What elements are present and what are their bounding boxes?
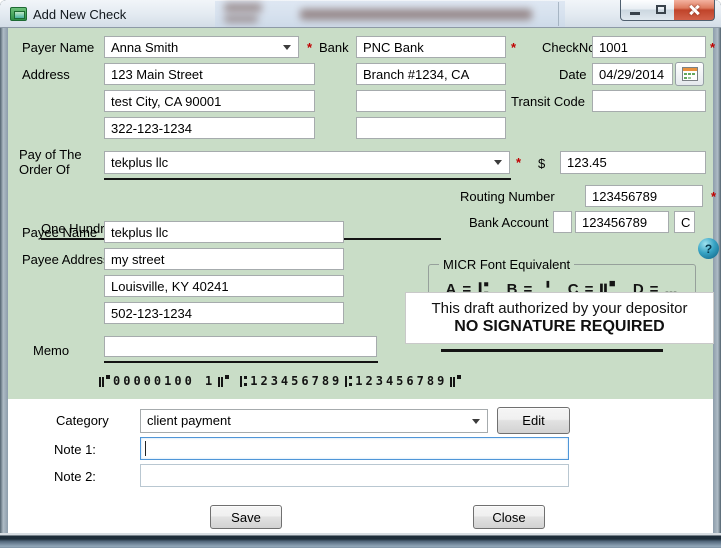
micr-transit-symbol [345, 375, 353, 387]
signature-line [104, 361, 378, 363]
address-label: Address [22, 67, 70, 82]
payee-address-line3-field[interactable]: 502-123-1234 [104, 302, 344, 324]
micr-check-number: 00000100 1 [113, 374, 216, 388]
bank-name-field[interactable]: PNC Bank [356, 36, 506, 58]
bank-branch-field[interactable]: Branch #1234, CA [356, 63, 506, 85]
note1-input[interactable] [140, 437, 569, 460]
check-form-panel: Payer Name Anna Smith * Bank PNC Bank * … [8, 28, 719, 399]
transit-code-field[interactable] [592, 90, 706, 112]
micr-routing-number: 123456789 [250, 374, 343, 388]
check-no-field[interactable]: 1001 [592, 36, 706, 58]
memo-label: Memo [33, 343, 70, 358]
bank-account-field[interactable]: 123456789 [575, 211, 669, 233]
window-frame-bottom [0, 533, 721, 548]
bank-line4-field[interactable] [356, 117, 506, 139]
category-dropdown[interactable]: client payment [140, 409, 488, 433]
title-bar[interactable]: Add New Check [0, 0, 721, 28]
close-window-button[interactable] [674, 0, 715, 21]
required-asterisk: * [307, 40, 313, 55]
minimize-button[interactable] [620, 0, 648, 21]
window-title: Add New Check [33, 7, 127, 22]
category-value: client payment [147, 413, 231, 428]
note2-label: Note 2: [54, 469, 96, 484]
background-blur-text [224, 3, 262, 12]
date-field[interactable]: 04/29/2014 [592, 63, 673, 85]
payer-name-label: Payer Name [22, 40, 95, 55]
payer-name-dropdown[interactable]: Anna Smith [104, 36, 299, 58]
draft-notice-line2: NO SIGNATURE REQUIRED [454, 318, 665, 335]
dollar-sign: $ [538, 156, 546, 171]
background-divider [558, 2, 559, 26]
text-cursor [145, 441, 146, 456]
routing-number-label: Routing Number [460, 189, 555, 204]
app-icon [10, 7, 27, 21]
footer-panel: Category client payment Edit Note 1: Not… [8, 399, 713, 533]
draft-notice-box: This draft authorized by your depositor … [405, 292, 714, 344]
memo-field[interactable] [104, 336, 377, 357]
micr-account-number: 123456789 [355, 374, 448, 388]
payee-address-line1-field[interactable]: my street [104, 248, 344, 270]
calendar-icon [681, 67, 698, 81]
window-frame-right [713, 28, 721, 533]
address-line2-field[interactable]: test City, CA 90001 [104, 90, 315, 112]
bank-label: Bank [319, 40, 349, 55]
transit-code-label: Transit Code [511, 94, 585, 109]
bank-account-prefix-field[interactable] [553, 211, 572, 233]
maximize-button[interactable] [647, 0, 675, 21]
address-line1-field[interactable]: 123 Main Street [104, 63, 315, 85]
category-label: Category [56, 413, 109, 428]
bank-line3-field[interactable] [356, 90, 506, 112]
note2-input[interactable] [140, 464, 569, 487]
micr-line: 00000100 1 123456789 123456789 [96, 372, 464, 390]
pay-order-label-line1: Pay of The [19, 147, 82, 162]
date-picker-button[interactable] [675, 62, 704, 86]
pay-order-label-line2: Order Of [19, 162, 70, 177]
pay-order-dropdown[interactable]: tekplus llc [104, 151, 510, 174]
add-new-check-window: Add New Check Payer Name Anna Smith * Ba… [0, 0, 721, 548]
required-asterisk: * [511, 40, 517, 55]
amount-field[interactable]: 123.45 [560, 151, 706, 174]
close-button[interactable]: Close [473, 505, 545, 529]
bank-account-label: Bank Account [469, 215, 549, 230]
minimize-icon [630, 12, 640, 15]
payee-underline [104, 178, 511, 180]
required-asterisk: * [710, 40, 716, 55]
edit-button[interactable]: Edit [497, 407, 570, 434]
address-line3-field[interactable]: 322-123-1234 [104, 117, 315, 139]
micr-onus-symbol [99, 375, 110, 387]
micr-transit-symbol [240, 375, 248, 387]
micr-onus-symbol [450, 375, 462, 387]
payee-name-label: Payee Name [22, 225, 98, 240]
help-globe-icon[interactable]: ? [698, 238, 719, 259]
window-frame-left [0, 28, 8, 533]
note1-label: Note 1: [54, 442, 96, 457]
close-icon [688, 4, 700, 16]
bank-account-suffix-field[interactable]: C [674, 211, 695, 233]
chevron-down-icon [472, 419, 480, 424]
background-blur-text [224, 15, 258, 23]
routing-number-field[interactable]: 123456789 [585, 185, 703, 207]
chevron-down-icon [494, 160, 502, 165]
chevron-down-icon [283, 45, 291, 50]
required-asterisk: * [516, 155, 522, 170]
maximize-icon [656, 5, 666, 14]
authorization-line [441, 349, 663, 352]
payee-address-label: Payee Address [22, 252, 110, 267]
payee-name-field[interactable]: tekplus llc [104, 221, 344, 243]
draft-notice-line1: This draft authorized by your depositor [431, 300, 688, 317]
date-label: Date [559, 67, 587, 82]
payer-name-value: Anna Smith [111, 40, 179, 55]
micr-onus-symbol [218, 375, 230, 387]
payee-address-line2-field[interactable]: Louisville, KY 40241 [104, 275, 344, 297]
background-blur-email [300, 9, 532, 20]
save-button[interactable]: Save [210, 505, 282, 529]
pay-order-value: tekplus llc [111, 155, 169, 170]
check-no-label: CheckNo [542, 40, 596, 55]
required-asterisk: * [711, 189, 717, 204]
micr-group-title: MICR Font Equivalent [439, 257, 575, 272]
